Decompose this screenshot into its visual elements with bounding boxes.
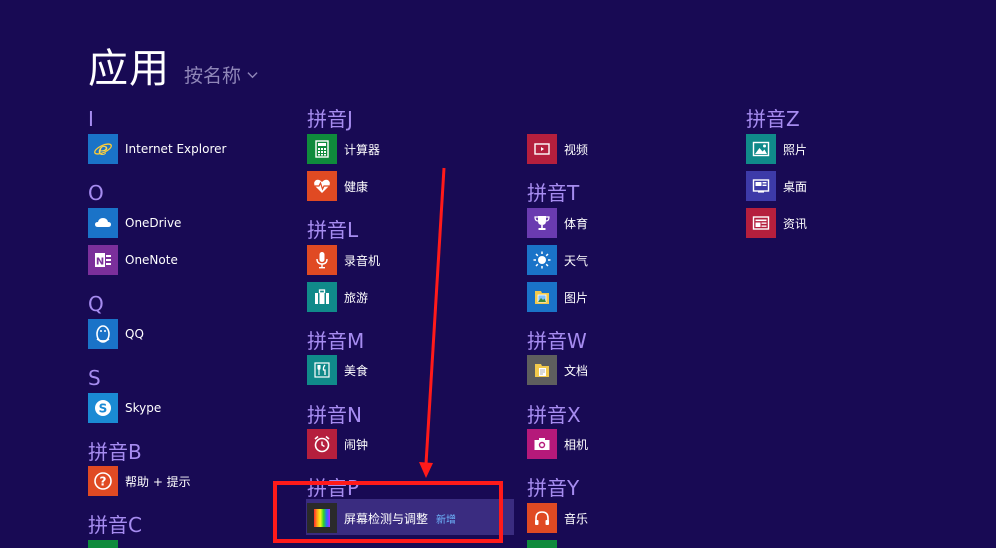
sort-dropdown[interactable]: 按名称 — [184, 61, 258, 88]
apps-header: 应用 按名称 — [88, 36, 258, 94]
app-label: OneDrive — [125, 216, 182, 230]
app-photos[interactable]: 照片 — [746, 134, 807, 164]
app-recorder[interactable]: 录音机 — [307, 245, 380, 275]
app-label: QQ — [125, 327, 144, 341]
group-header-j[interactable]: 拼音J — [307, 108, 353, 130]
app-label: 相机 — [564, 437, 589, 452]
svg-text:N: N — [96, 257, 104, 268]
suitcase-icon — [307, 282, 337, 312]
svg-text:e: e — [98, 140, 108, 159]
app-label: 图片 — [564, 290, 589, 305]
app-label: 照片 — [783, 142, 808, 157]
app-onenote[interactable]: N OneNote — [88, 245, 178, 275]
app-skype[interactable]: S Skype — [88, 393, 161, 423]
app-help[interactable]: ? 帮助 + 提示 — [88, 466, 191, 496]
app-label: 闹钟 — [344, 437, 369, 452]
app-label: 美食 — [344, 363, 369, 378]
app-label: 天气 — [564, 253, 589, 268]
photo-icon — [746, 134, 776, 164]
news-icon — [746, 208, 776, 238]
red-highlight-rectangle — [273, 481, 503, 543]
app-travel[interactable]: 旅游 — [307, 282, 368, 312]
group-header-q[interactable]: Q — [88, 293, 104, 315]
app-news[interactable]: 资讯 — [746, 208, 807, 238]
partial-app-tile[interactable] — [88, 540, 118, 548]
app-weather[interactable]: 天气 — [527, 245, 588, 275]
skype-icon: S — [88, 393, 118, 423]
app-calculator[interactable]: 计算器 — [307, 134, 380, 164]
group-header-m[interactable]: 拼音M — [307, 330, 364, 352]
trophy-icon — [527, 208, 557, 238]
app-label: Skype — [125, 401, 162, 415]
penguin-icon — [88, 319, 118, 349]
app-label: 资讯 — [783, 216, 808, 231]
app-label: 计算器 — [344, 142, 381, 157]
desktop-icon — [746, 171, 776, 201]
headphones-icon — [527, 503, 557, 533]
camera-icon — [527, 429, 557, 459]
heart-icon — [307, 171, 337, 201]
app-camera[interactable]: 相机 — [527, 429, 588, 459]
sort-label: 按名称 — [184, 65, 242, 87]
group-header-y[interactable]: 拼音Y — [527, 477, 579, 499]
sun-icon — [527, 245, 557, 275]
help-icon: ? — [88, 466, 118, 496]
app-sports[interactable]: 体育 — [527, 208, 588, 238]
app-label: 视频 — [564, 142, 589, 157]
svg-text:?: ? — [100, 475, 107, 489]
onenote-icon: N — [88, 245, 118, 275]
svg-text:S: S — [99, 402, 108, 416]
calculator-icon — [307, 134, 337, 164]
app-label: Internet Explorer — [125, 142, 227, 156]
group-header-z[interactable]: 拼音Z — [746, 108, 800, 130]
pictures-folder-icon — [527, 282, 557, 312]
app-food[interactable]: 美食 — [307, 355, 368, 385]
app-label: 录音机 — [344, 253, 381, 268]
microphone-icon — [307, 245, 337, 275]
app-label: 桌面 — [783, 179, 808, 194]
app-label: 帮助 + 提示 — [125, 474, 191, 489]
app-documents[interactable]: 文档 — [527, 355, 588, 385]
group-header-t[interactable]: 拼音T — [527, 182, 579, 204]
app-qq[interactable]: QQ — [88, 319, 144, 349]
app-label: 文档 — [564, 363, 589, 378]
group-header-b[interactable]: 拼音B — [88, 441, 142, 463]
app-internet-explorer[interactable]: e Internet Explorer — [88, 134, 226, 164]
app-label: 音乐 — [564, 511, 589, 526]
app-health[interactable]: 健康 — [307, 171, 368, 201]
group-header-o[interactable]: O — [88, 182, 104, 204]
fork-knife-icon — [307, 355, 337, 385]
app-desktop[interactable]: 桌面 — [746, 171, 807, 201]
chevron-down-icon — [247, 72, 258, 79]
video-icon — [527, 134, 557, 164]
documents-folder-icon — [527, 355, 557, 385]
internet-explorer-icon: e — [88, 134, 118, 164]
app-pictures[interactable]: 图片 — [527, 282, 588, 312]
app-onedrive[interactable]: OneDrive — [88, 208, 181, 238]
app-label: 健康 — [344, 179, 369, 194]
group-header-x[interactable]: 拼音X — [527, 404, 581, 426]
group-header-i[interactable]: I — [88, 108, 94, 130]
group-header-n[interactable]: 拼音N — [307, 404, 362, 426]
alarm-clock-icon — [307, 429, 337, 459]
app-label: 旅游 — [344, 290, 369, 305]
page-title: 应用 — [88, 46, 170, 92]
app-label: 体育 — [564, 216, 589, 231]
group-header-l[interactable]: 拼音L — [307, 219, 358, 241]
app-alarm[interactable]: 闹钟 — [307, 429, 368, 459]
app-video[interactable]: 视频 — [527, 134, 588, 164]
app-music[interactable]: 音乐 — [527, 503, 588, 533]
group-header-w[interactable]: 拼音W — [527, 330, 587, 352]
app-label: OneNote — [125, 253, 178, 267]
group-header-c[interactable]: 拼音C — [88, 514, 142, 536]
partial-app-tile[interactable] — [527, 540, 557, 548]
cloud-icon — [88, 208, 118, 238]
group-header-s[interactable]: S — [88, 367, 101, 389]
